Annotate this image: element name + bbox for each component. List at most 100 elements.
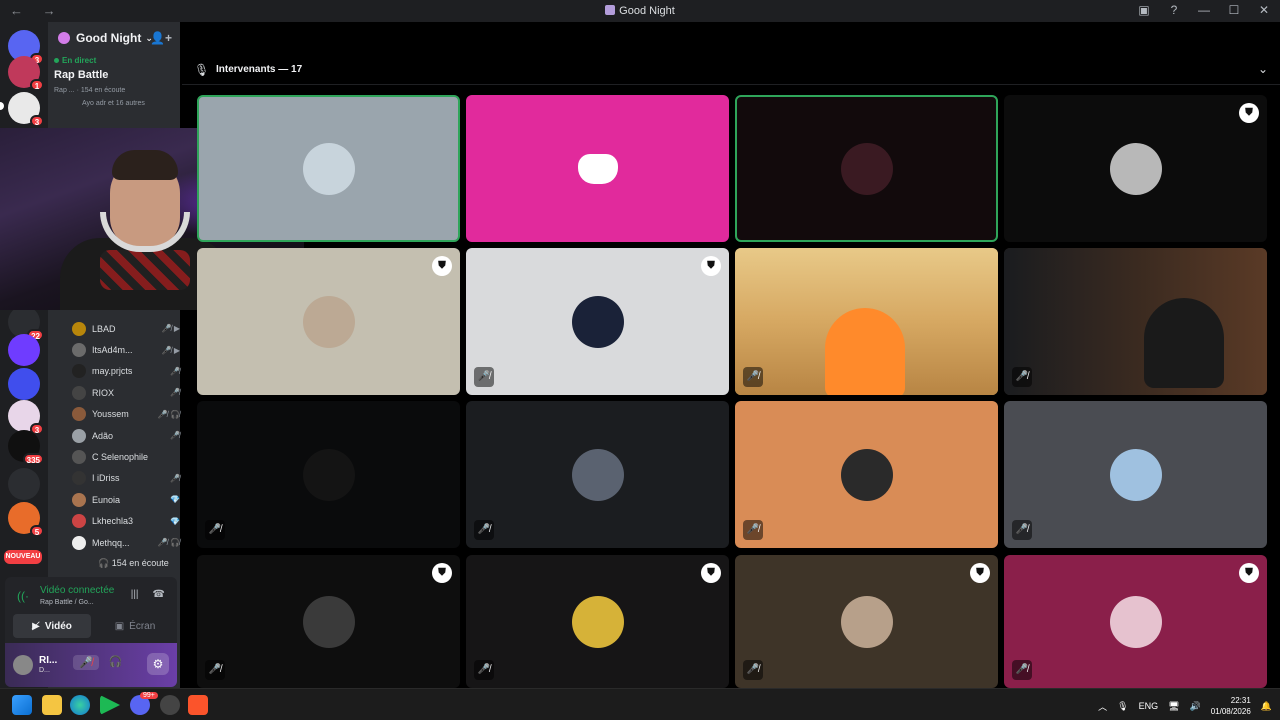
avatar[interactable] <box>13 655 33 675</box>
speaker-tile[interactable]: ⛊ <box>197 248 460 395</box>
windows-start-icon[interactable] <box>12 695 32 715</box>
noise-suppression-icon[interactable]: ||| <box>131 589 139 600</box>
speaker-tile[interactable]: ⛊ 🎤̸ <box>1004 555 1267 688</box>
notification-bell-icon[interactable]: 🔔 <box>1261 701 1272 712</box>
member-row[interactable]: Youssem 🎤̸ 🎧̸ <box>72 404 180 425</box>
server-icon-2[interactable]: 3 <box>8 92 44 127</box>
speakers-section-label: Intervenants — 17 <box>216 64 303 75</box>
speaker-tile[interactable]: 🎤̸ <box>735 248 998 395</box>
speaker-tile[interactable]: 🎤̸ <box>466 401 729 548</box>
speaker-tile[interactable]: ⛊ 🎤̸ <box>466 248 729 395</box>
discord-notification-badge: 99+ <box>140 692 158 699</box>
stage-header: 🎙 Intervenants — 17 ⌄ <box>182 56 1280 84</box>
media-player-icon[interactable] <box>100 695 120 715</box>
speaker-tile[interactable]: ⛊ 🎤̸ <box>197 555 460 688</box>
voice-connected-label[interactable]: Vidéo connectée <box>40 585 114 596</box>
server-logo-icon <box>58 32 70 44</box>
moderator-icon: ⛊ <box>701 256 721 276</box>
network-icon[interactable]: 🖥 <box>1168 701 1179 712</box>
title-bar: ← → Good Night ▣ ? — ☐ ✕ <box>0 0 1280 22</box>
live-stage-card[interactable]: En direct Rap Battle Rap ... · 154 en éc… <box>54 56 178 126</box>
voice-panel: ((· Vidéo connectée Rap Battle / Go... |… <box>5 577 177 687</box>
server-icon-9[interactable]: 5 <box>8 502 44 537</box>
member-status-icons: 💎 <box>170 495 180 505</box>
taskbar: 99+ ︿ 🎙 ENG 🖥 🔊 22:31 01/08/2026 🔔 <box>0 688 1280 720</box>
add-member-icon[interactable]: 👤+ <box>150 31 172 45</box>
help-icon[interactable]: ? <box>1166 3 1182 17</box>
mic-muted-icon: 🎤̸ <box>743 520 763 540</box>
camera-feed <box>735 248 998 395</box>
moderator-icon: ⛊ <box>432 256 452 276</box>
minimize-button[interactable]: — <box>1196 3 1212 17</box>
brave-browser-icon[interactable] <box>188 695 208 715</box>
app-icon[interactable] <box>160 695 180 715</box>
member-row[interactable]: I iDriss 🎤̸ <box>72 468 180 489</box>
clock[interactable]: 22:31 01/08/2026 <box>1211 695 1251 717</box>
inbox-icon[interactable]: ▣ <box>1136 3 1152 17</box>
server-icon-10[interactable]: NOUVEAU <box>4 550 42 564</box>
speaker-tile[interactable] <box>466 95 729 242</box>
member-row[interactable]: Adão 🎤̸ <box>72 425 180 446</box>
member-row[interactable]: C Selenophile <box>72 446 180 467</box>
server-header[interactable]: Good Night ⌄ 👤+ <box>48 22 180 54</box>
video-button[interactable]: ▶̸ Vidéo <box>13 614 91 638</box>
gear-icon[interactable]: ⚙ <box>147 653 169 675</box>
file-explorer-icon[interactable] <box>42 695 62 715</box>
mic-muted-icon[interactable]: 🎤̸ <box>73 655 99 670</box>
chevron-down-icon[interactable]: ⌄ <box>1258 62 1268 76</box>
speaker-tile[interactable] <box>735 95 998 242</box>
user-status: D... <box>39 667 50 674</box>
server-icon-7[interactable]: 335 <box>8 430 44 465</box>
server-icon-1[interactable]: 1 <box>8 56 44 91</box>
avatar <box>302 142 355 195</box>
speaker-tile[interactable]: ⛊ <box>1004 95 1267 242</box>
stage-name: Rap Battle <box>54 69 109 81</box>
member-name: Youssem <box>92 409 129 420</box>
active-server-indicator <box>0 102 4 110</box>
server-icon-6[interactable]: 3 <box>8 400 44 435</box>
member-row[interactable]: RIOX 🎤̸ <box>72 382 180 403</box>
server-icon-5[interactable] <box>8 368 40 400</box>
speaker-tile[interactable]: ⛊ 🎤̸ <box>466 555 729 688</box>
member-row[interactable]: Eunoia 💎 <box>72 489 180 510</box>
video-icon: ▶̸ <box>32 620 40 632</box>
clock-date: 01/08/2026 <box>1210 707 1251 716</box>
moderator-icon: ⛊ <box>432 563 452 583</box>
stage-meta: Rap ... · 154 en écoute <box>54 87 126 94</box>
member-status-icons: 🎤̸ <box>170 366 180 376</box>
server-icon-4[interactable] <box>8 334 40 366</box>
listeners-text: 154 en écoute <box>111 558 169 568</box>
signal-icon[interactable]: ((· <box>17 589 29 603</box>
speaker-tile[interactable]: 🎤̸ <box>1004 401 1267 548</box>
member-row[interactable]: LBAD 🎤̸ ▶ <box>72 318 180 339</box>
close-button[interactable]: ✕ <box>1256 3 1272 17</box>
disconnect-icon[interactable]: ☎ <box>153 589 165 600</box>
volume-icon[interactable]: 🔊 <box>1190 701 1201 712</box>
speaker-tile[interactable] <box>197 95 460 242</box>
member-status-icons: 🎤̸ <box>170 431 180 441</box>
edge-browser-icon[interactable] <box>70 695 90 715</box>
screen-share-button[interactable]: ▣ Écran <box>97 614 173 638</box>
avatar <box>1109 142 1162 195</box>
listeners-count[interactable]: 🎧 154 en écoute <box>98 558 169 569</box>
username[interactable]: RI... <box>39 655 57 666</box>
member-row[interactable]: Lkhechla3 💎 <box>72 511 180 532</box>
speaker-tile[interactable]: 🎤̸ <box>1004 248 1267 395</box>
member-row[interactable]: may.prjcts 🎤̸ <box>72 361 180 382</box>
headphones-icon[interactable]: 🎧 <box>109 655 123 670</box>
server-icon-8[interactable] <box>8 468 40 500</box>
speaker-tile[interactable]: 🎤̸ <box>735 401 998 548</box>
language-indicator[interactable]: ENG <box>1139 701 1159 711</box>
member-name: ItsAd4m... <box>92 345 133 356</box>
speaker-tile[interactable]: ⛊ 🎤̸ <box>735 555 998 688</box>
mic-icon: 🎙 <box>194 63 210 77</box>
voice-channel-label[interactable]: Rap Battle / Go... <box>40 599 94 606</box>
microphone-icon[interactable]: 🎙 <box>1117 701 1128 712</box>
chevron-up-icon[interactable]: ︿ <box>1098 700 1107 713</box>
member-row[interactable]: ItsAd4m... 🎤̸ ▶ <box>72 339 180 360</box>
member-name: RIOX <box>92 387 115 398</box>
maximize-button[interactable]: ☐ <box>1226 3 1242 17</box>
member-row[interactable]: Methqq... 🎤̸ 🎧̸ <box>72 532 180 553</box>
mic-muted-icon: 🎤̸ <box>474 660 494 680</box>
speaker-tile[interactable]: 🎤̸ <box>197 401 460 548</box>
